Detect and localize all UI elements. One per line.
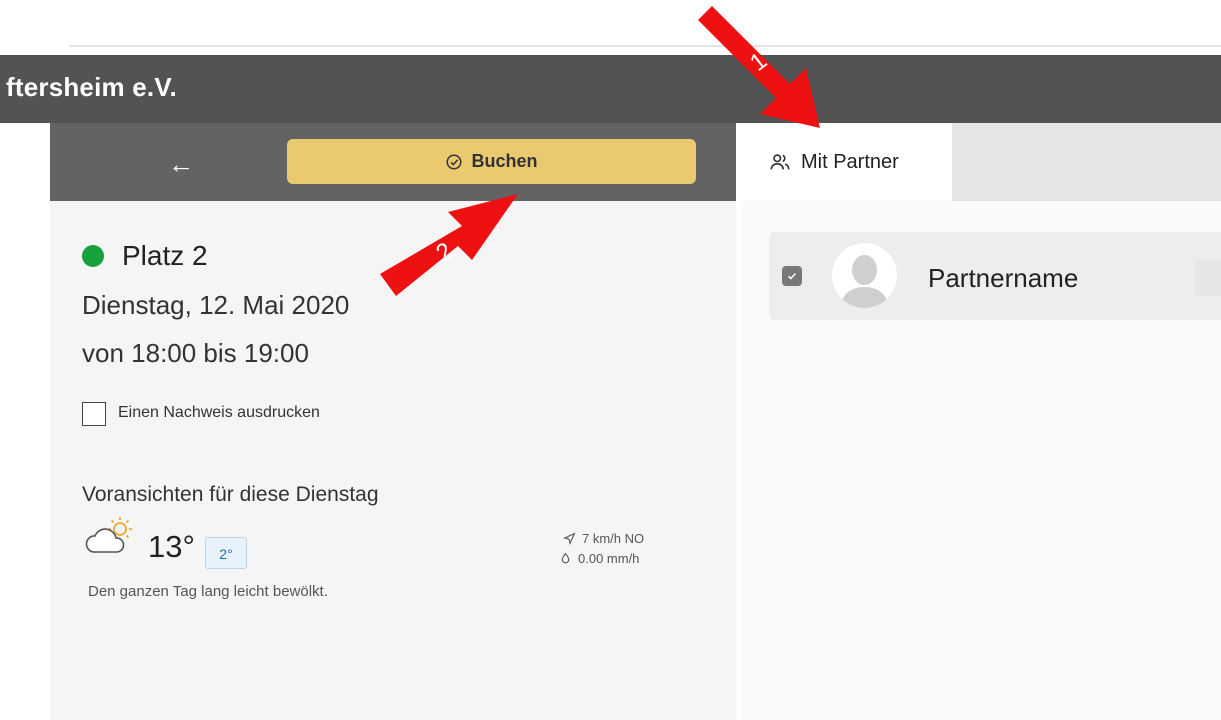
temperature-max: 13° bbox=[148, 529, 195, 564]
book-button-label: Buchen bbox=[471, 151, 538, 171]
person-placeholder-icon bbox=[840, 255, 889, 308]
partner-name: Partnername bbox=[928, 263, 1079, 293]
arrow-left-icon: ← bbox=[168, 149, 194, 179]
booking-date: Dienstag, 12. Mai 2020 bbox=[82, 290, 350, 320]
precipitation-value: 0.00 mm/h bbox=[578, 551, 640, 566]
temperature-min-badge: 2° bbox=[205, 537, 247, 569]
partner-row-fade bbox=[1195, 260, 1221, 296]
water-drop-icon bbox=[561, 552, 570, 564]
navigation-arrow-icon bbox=[563, 532, 576, 545]
annotation-arrow-2: 2 bbox=[380, 194, 518, 296]
court-name: Platz 2 bbox=[122, 240, 208, 271]
precipitation-info: 0.00 mm/h bbox=[559, 551, 639, 566]
back-button[interactable]: ← bbox=[150, 145, 212, 183]
avatar bbox=[832, 243, 897, 308]
print-receipt-label: Einen Nachweis ausdrucken bbox=[118, 404, 320, 421]
print-receipt-checkbox[interactable] bbox=[82, 402, 106, 426]
forecast-title: Voransichten für diese Dienstag bbox=[82, 483, 379, 506]
checkmark-icon bbox=[787, 272, 797, 280]
tab-mit-partner-label: Mit Partner bbox=[801, 150, 899, 173]
window-top-divider bbox=[70, 45, 1221, 47]
partner-checkbox[interactable] bbox=[782, 266, 802, 286]
club-title: ftersheim e.V. bbox=[6, 72, 177, 102]
weather-description: Den ganzen Tag lang leicht bewölkt. bbox=[88, 583, 328, 600]
app-header: ftersheim e.V. bbox=[0, 55, 1221, 123]
annotation-arrow-1: 1 bbox=[698, 6, 820, 128]
page-margin-left bbox=[0, 201, 8, 720]
booking-time: von 18:00 bis 19:00 bbox=[82, 338, 309, 368]
court-status-indicator bbox=[82, 245, 104, 267]
cloud-sun-icon bbox=[85, 517, 132, 553]
book-button[interactable]: Buchen bbox=[287, 139, 696, 184]
users-icon bbox=[770, 154, 790, 170]
wind-info: 7 km/h NO bbox=[563, 531, 644, 546]
page-margin bbox=[0, 123, 50, 201]
wind-value: 7 km/h NO bbox=[582, 531, 645, 546]
check-circle-icon bbox=[446, 154, 462, 169]
